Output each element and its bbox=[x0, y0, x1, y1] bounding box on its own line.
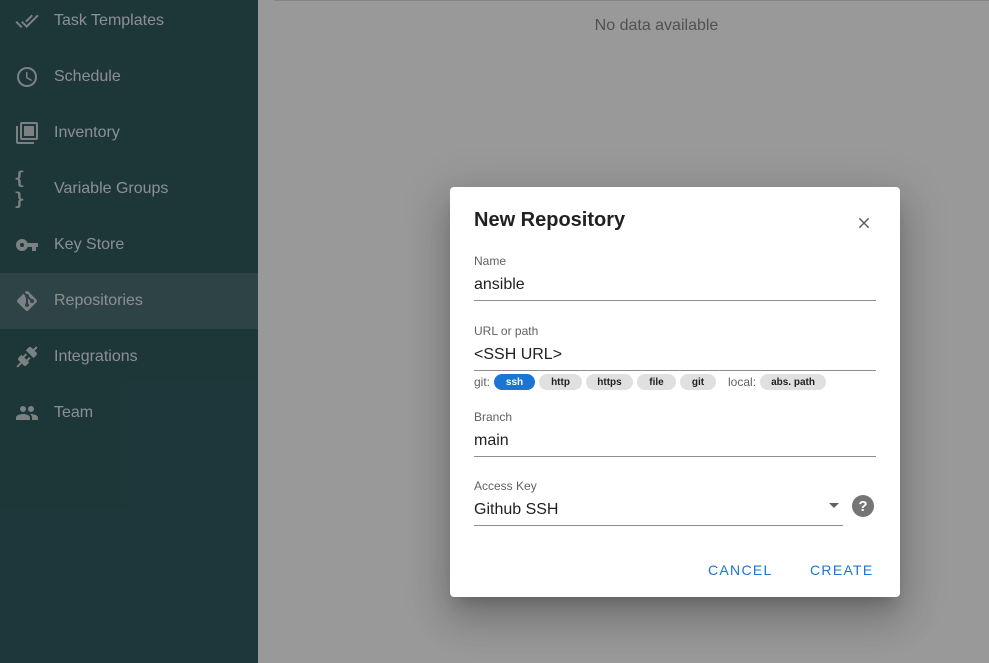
name-field-label: Name bbox=[474, 254, 507, 268]
branch-field-underline bbox=[474, 456, 876, 457]
branch-field-label: Branch bbox=[474, 410, 513, 424]
url-field-label: URL or path bbox=[474, 324, 539, 338]
chip-https[interactable]: https bbox=[586, 374, 634, 390]
dialog-title: New Repository bbox=[474, 209, 626, 231]
url-input[interactable] bbox=[474, 343, 876, 367]
access-key-label: Access Key bbox=[474, 479, 537, 493]
name-field: Name bbox=[474, 254, 876, 301]
access-key-select[interactable]: Access Key Github SSH bbox=[474, 479, 843, 526]
close-button[interactable] bbox=[850, 209, 878, 237]
url-field: URL or path bbox=[474, 324, 876, 371]
local-label: local: bbox=[728, 375, 757, 389]
create-button[interactable]: CREATE bbox=[810, 559, 874, 581]
chip-http[interactable]: http bbox=[539, 374, 583, 390]
name-field-underline bbox=[474, 300, 876, 301]
new-repository-dialog: New Repository Name URL or path git: ssh… bbox=[450, 187, 900, 597]
chip-file[interactable]: file bbox=[637, 374, 677, 390]
url-field-underline bbox=[474, 370, 876, 371]
dropdown-arrow-icon[interactable] bbox=[829, 503, 839, 508]
help-icon[interactable]: ? bbox=[852, 495, 874, 517]
access-key-underline bbox=[474, 525, 843, 526]
git-label: git: bbox=[474, 375, 491, 389]
chip-git[interactable]: git bbox=[680, 374, 717, 390]
name-input[interactable] bbox=[474, 273, 876, 297]
url-type-chips: git: ssh http https file git local: abs.… bbox=[474, 374, 830, 390]
branch-field: Branch bbox=[474, 410, 876, 457]
close-icon bbox=[858, 217, 870, 229]
chip-ssh[interactable]: ssh bbox=[494, 374, 536, 390]
access-key-value[interactable]: Github SSH bbox=[474, 498, 843, 522]
branch-input[interactable] bbox=[474, 429, 876, 453]
chip-abs-path[interactable]: abs. path bbox=[760, 374, 827, 390]
cancel-button[interactable]: CANCEL bbox=[708, 559, 773, 581]
